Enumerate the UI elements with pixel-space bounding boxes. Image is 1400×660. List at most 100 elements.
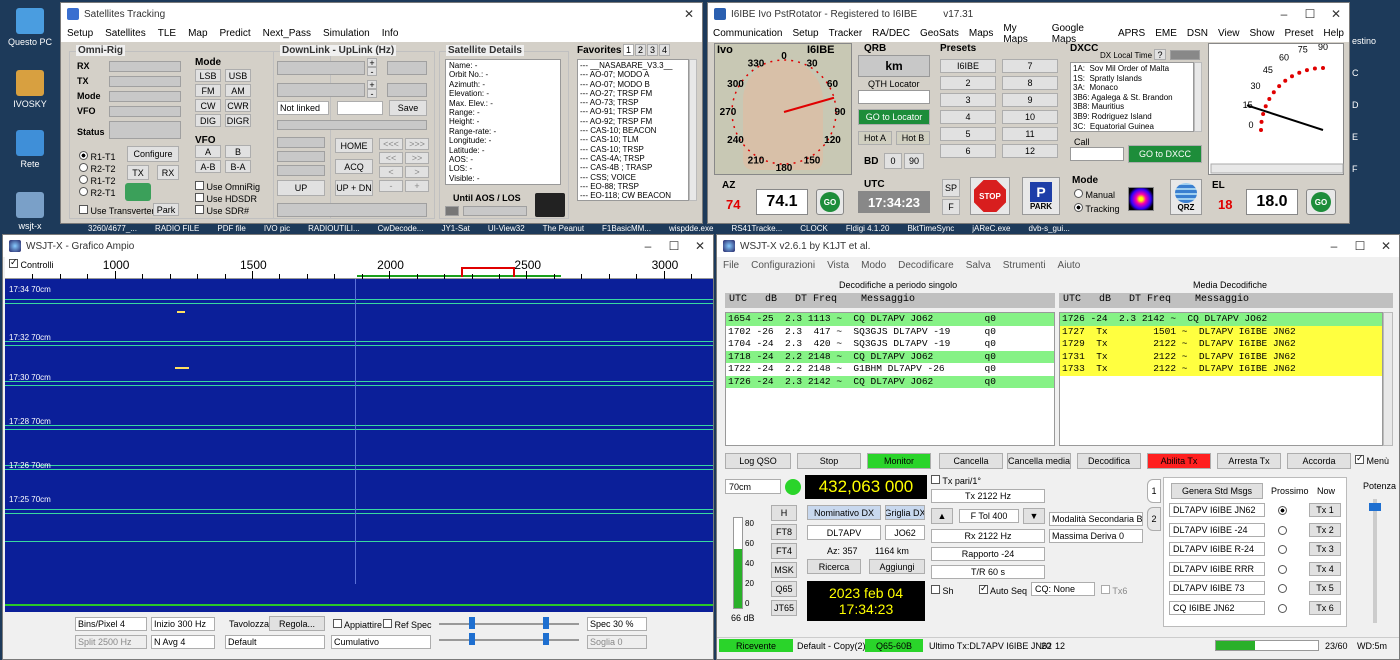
taskbar-item[interactable]: The Peanut [543,224,584,234]
dxcc-scrollbar[interactable] [1194,62,1202,132]
favorite-item[interactable]: --- AO-92; TRSP FM [580,117,686,126]
dx-grid-input[interactable]: JO62 [885,525,925,540]
favorite-item[interactable]: --- AO-07; MODO A [580,70,686,79]
decodificabutton[interactable]: Decodifica [1077,453,1141,469]
tx-freq-spinner[interactable]: Tx 2122 Hz [931,489,1045,503]
dxcc-entry[interactable]: 3C: Equatorial Guinea [1073,122,1191,131]
azimuth-compass[interactable]: Ivo I6IBE 0 30 60 90 120 150 180 210 240 270 300 33… [714,43,852,175]
favorite-item[interactable]: --- AO-91; TRSP FM [580,107,686,116]
menu-item[interactable]: Next_Pass [257,28,317,39]
save-button[interactable]: Save [389,100,427,116]
average-decodes-list[interactable]: 1726 -24 2.3 2142 ~ CQ DL7APV JO62 1727 T… [1059,312,1383,446]
message-tab[interactable]: 1 [1147,479,1161,503]
desktop-icon[interactable]: wsjt-x [0,192,60,231]
maximize-icon[interactable]: ☐ [1347,235,1373,257]
tx6-checkbox[interactable]: Tx6 [1101,585,1127,596]
park-button[interactable]: P PARK [1022,177,1060,215]
menu-item[interactable]: Simulation [317,28,376,39]
lookup-button[interactable]: Ricerca [807,559,861,574]
tx-now-button[interactable]: Tx 4 [1309,561,1341,576]
flatten-checkbox[interactable]: Appiattire [333,619,382,630]
palette-select[interactable]: Default [225,635,325,649]
ftol-spinner[interactable]: F Tol 400 [959,509,1019,523]
mode-button[interactable]: JT65 [771,600,797,616]
accordabutton[interactable]: Accorda [1287,453,1351,469]
tx-freq-marker[interactable] [461,267,515,277]
preset-button[interactable]: 6 [940,144,996,158]
menu-item[interactable]: Configurazioni [745,260,821,271]
favorite-item[interactable]: --- EO-88; TRSP [580,182,686,191]
vfo-button[interactable]: B-A [225,160,251,173]
slider-handle[interactable] [469,633,475,645]
dxcc-entry[interactable]: 1S: Spratly Islands [1073,74,1191,84]
taskbar-item[interactable]: IVO pic [264,224,290,234]
menu-item[interactable]: Salva [960,260,997,271]
downlink-mode-select[interactable] [387,61,427,75]
tuning-arrow-button[interactable]: >>> [405,138,429,150]
menu-item[interactable]: My Maps [998,23,1046,45]
vfo-button[interactable]: B [225,145,251,158]
band-activity-list[interactable]: 1654 -25 2.3 1113 ~ CQ DL7APV JO62 q0 170… [725,312,1055,446]
decode-row[interactable]: 1726 -24 2.3 2142 ~ CQ DL7APV JO62 [1060,313,1382,326]
decode-row[interactable]: 1729 Tx 2122 ~ DL7APV I6IBE JN62 [1060,338,1382,351]
tx-message-field[interactable]: DL7APV I6IBE RRR [1169,561,1265,576]
decode-row[interactable]: 1702 -26 2.3 417 ~ SQ3GJS DL7APV -19 q0 [726,326,1054,339]
menu-item[interactable]: TLE [152,28,182,39]
tuning-arrow-button[interactable]: + [405,180,429,192]
tuning-arrow-button[interactable]: - [379,180,403,192]
decode-row[interactable]: 1704 -24 2.3 420 ~ SQ3GJS DL7APV -19 q0 [726,338,1054,351]
taskbar-item[interactable]: JY1-Sat [441,224,469,234]
favorite-item[interactable]: --- CAS-4B ; TRASP [580,163,686,172]
acq-button[interactable]: ACQ [335,159,373,174]
menu-item[interactable]: Maps [964,28,998,39]
use-checkbox[interactable]: Use OmniRig [195,181,260,192]
use-checkbox[interactable]: Use SDR# [195,205,249,216]
menu-item[interactable]: Communication [708,28,787,39]
help-button[interactable]: ? [1154,49,1166,60]
menu-item[interactable]: Aiuto [1052,260,1087,271]
mode-button[interactable]: Q65 [771,581,797,597]
cancella-mediabutton[interactable]: Cancella media [1007,453,1071,469]
cq-select[interactable]: CQ: None [1031,582,1095,596]
use-checkbox[interactable]: Use HDSDR [195,193,257,204]
taskbar-item[interactable]: F1BasicMM... [602,224,651,234]
favorites-scrollbar[interactable] [689,59,697,201]
taskbar-item[interactable]: UI-View32 [488,224,525,234]
decode-row[interactable]: 1718 -24 2.2 2148 ~ CQ DL7APV JO62 q0 [726,350,1054,363]
adjust-button[interactable]: Regola... [269,616,325,631]
tx-to-rx-button[interactable]: ▲ [931,508,953,524]
go-to-locator-button[interactable]: GO to Locator [858,109,930,125]
mode-button[interactable]: LSB [195,69,221,82]
elevation-gauge[interactable]: 9075604530150 [1208,42,1344,175]
mode-button[interactable]: H [771,505,797,521]
report-spinner[interactable]: Rapporto -24 [931,547,1045,561]
sp-button[interactable]: SP [942,179,960,197]
preset-button[interactable]: 10 [1002,110,1058,124]
menu-item[interactable]: Setup [787,28,823,39]
dxcc-entry[interactable]: 1A: Sov Mil Order of Malta [1073,64,1191,74]
configure-button[interactable]: Configure [127,146,179,162]
preset-button[interactable]: 3 [940,93,996,107]
favorites-tab[interactable]: 1 [623,44,634,56]
close-icon[interactable]: ✕ [1323,3,1349,25]
park-button[interactable]: Park [153,203,179,216]
menu-item[interactable]: Tracker [824,28,868,39]
menu-item[interactable]: Map [182,28,213,39]
menu-item[interactable]: Modo [855,260,892,271]
log-qsobutton[interactable]: Log QSO [725,453,791,469]
rig-radio[interactable]: R2-T2 [79,163,116,174]
ref-spec-checkbox[interactable]: Ref Spec [383,619,432,630]
rx-freq-spinner[interactable]: Rx 2122 Hz [931,529,1045,543]
stop-button[interactable]: STOP [970,177,1010,215]
start-freq-spinner[interactable]: Inizio 300 Hz [151,617,215,631]
desktop-icon[interactable]: Rete [0,130,60,169]
decode-row[interactable]: 1722 -24 2.2 2148 ~ G1BHM DL7APV -26 q0 [726,363,1054,376]
taskbar-item[interactable]: 3260/4677_... [88,224,137,234]
preset-button[interactable]: 12 [1002,144,1058,158]
manual-radio[interactable]: Manual [1074,189,1115,200]
controlli-checkbox[interactable]: ✓ Controlli [9,257,54,270]
next-message-radio[interactable] [1278,506,1287,515]
rig-radio[interactable]: R1-T1 [79,151,116,162]
favorite-item[interactable]: --- CAS-10; TRSP [580,145,686,154]
el-go-button[interactable]: GO [1306,189,1336,215]
